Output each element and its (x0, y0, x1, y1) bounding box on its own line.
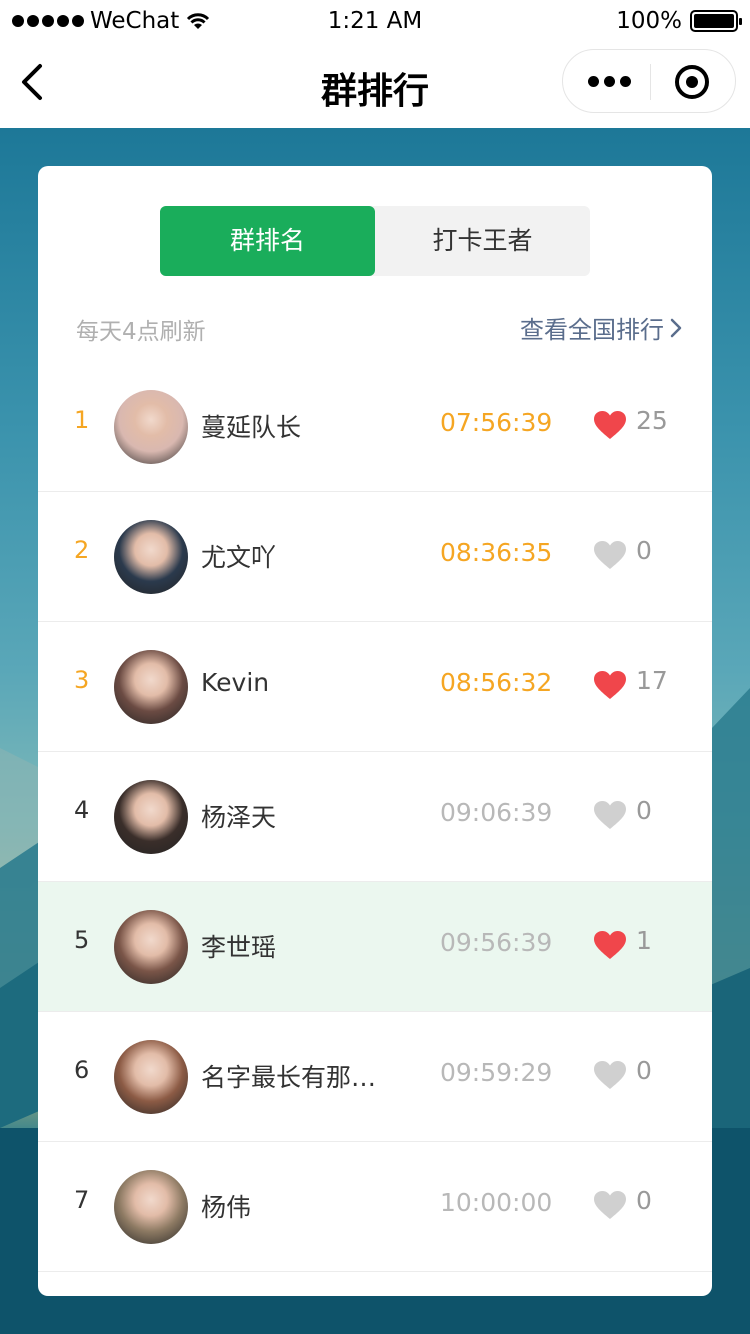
checkin-time: 09:56:39 (440, 928, 553, 957)
chevron-right-icon (670, 318, 682, 337)
ranking-row[interactable]: 3 Kevin 08:56:32 17 (38, 622, 712, 752)
like-count: 25 (636, 406, 668, 435)
like-count: 1 (636, 926, 652, 955)
member-name: 李世瑶 (201, 933, 277, 962)
heart-icon[interactable] (593, 930, 627, 960)
heart-icon[interactable] (593, 1060, 627, 1090)
ranking-row[interactable]: 1 蔓延队长 07:56:39 25 (38, 362, 712, 492)
refresh-note: 每天4点刷新 (76, 319, 206, 345)
like-count: 0 (636, 796, 652, 825)
battery-percent: 100% (616, 8, 682, 34)
nav-bar: 群排行 (0, 44, 750, 128)
member-name: 杨伟 (201, 1193, 252, 1222)
miniprogram-capsule (562, 49, 736, 113)
ranking-row[interactable]: 7 杨伟 10:00:00 0 (38, 1142, 712, 1272)
checkin-time: 08:36:35 (440, 538, 553, 567)
member-name: 名字最长有那… (201, 1063, 377, 1092)
checkin-time: 07:56:39 (440, 408, 553, 437)
target-circle-icon[interactable] (675, 65, 709, 99)
avatar[interactable] (114, 780, 188, 854)
checkin-time: 09:06:39 (440, 798, 553, 827)
avatar[interactable] (114, 1170, 188, 1244)
battery-icon (690, 10, 742, 32)
heart-icon[interactable] (593, 540, 627, 570)
tab-switcher: 群排名 打卡王者 (160, 206, 590, 276)
national-ranking-link[interactable]: 查看全国排行 (520, 310, 682, 345)
battery-status: 100% (616, 8, 742, 34)
heart-icon[interactable] (593, 1190, 627, 1220)
like-count: 0 (636, 536, 652, 565)
avatar[interactable] (114, 650, 188, 724)
heart-icon[interactable] (593, 800, 627, 830)
ranking-row[interactable]: 4 杨泽天 09:06:39 0 (38, 752, 712, 882)
member-name: 蔓延队长 (201, 413, 302, 442)
member-name: 杨泽天 (201, 803, 277, 832)
checkin-time: 09:59:29 (440, 1058, 553, 1087)
rank-number: 3 (74, 666, 90, 694)
rank-number: 7 (74, 1186, 90, 1214)
heart-icon[interactable] (593, 670, 627, 700)
status-bar: WeChat 1:21 AM 100% (0, 0, 750, 44)
rank-number: 4 (74, 796, 90, 824)
avatar[interactable] (114, 1040, 188, 1114)
rank-number: 1 (74, 406, 90, 434)
tab-checkin-king[interactable]: 打卡王者 (375, 206, 590, 276)
ranking-card: 群排名 打卡王者 每天4点刷新 查看全国排行 1 蔓延队长 07:56:39 25 2 尤… (38, 166, 712, 1296)
avatar[interactable] (114, 390, 188, 464)
rank-number: 5 (74, 926, 90, 954)
national-ranking-label: 查看全国排行 (520, 316, 664, 344)
ranking-list: 1 蔓延队长 07:56:39 25 2 尤文吖 08:36:35 0 3 Kevin 08:56:… (38, 362, 712, 1272)
checkin-time: 08:56:32 (440, 668, 553, 697)
like-count: 0 (636, 1056, 652, 1085)
ranking-row[interactable]: 2 尤文吖 08:36:35 0 (38, 492, 712, 622)
like-count: 0 (636, 1186, 652, 1215)
member-name: Kevin (201, 668, 270, 697)
member-name: 尤文吖 (201, 543, 277, 572)
capsule-divider (650, 64, 651, 100)
like-count: 17 (636, 666, 668, 695)
avatar[interactable] (114, 910, 188, 984)
ranking-row[interactable]: 6 名字最长有那… 09:59:29 0 (38, 1012, 712, 1142)
avatar[interactable] (114, 520, 188, 594)
checkin-time: 10:00:00 (440, 1188, 553, 1217)
more-dots-icon[interactable] (588, 76, 631, 87)
ranking-row[interactable]: 5 李世瑶 09:56:39 1 (38, 882, 712, 1012)
heart-icon[interactable] (593, 410, 627, 440)
tab-group-rank[interactable]: 群排名 (160, 206, 375, 276)
rank-number: 2 (74, 536, 90, 564)
rank-number: 6 (74, 1056, 90, 1084)
